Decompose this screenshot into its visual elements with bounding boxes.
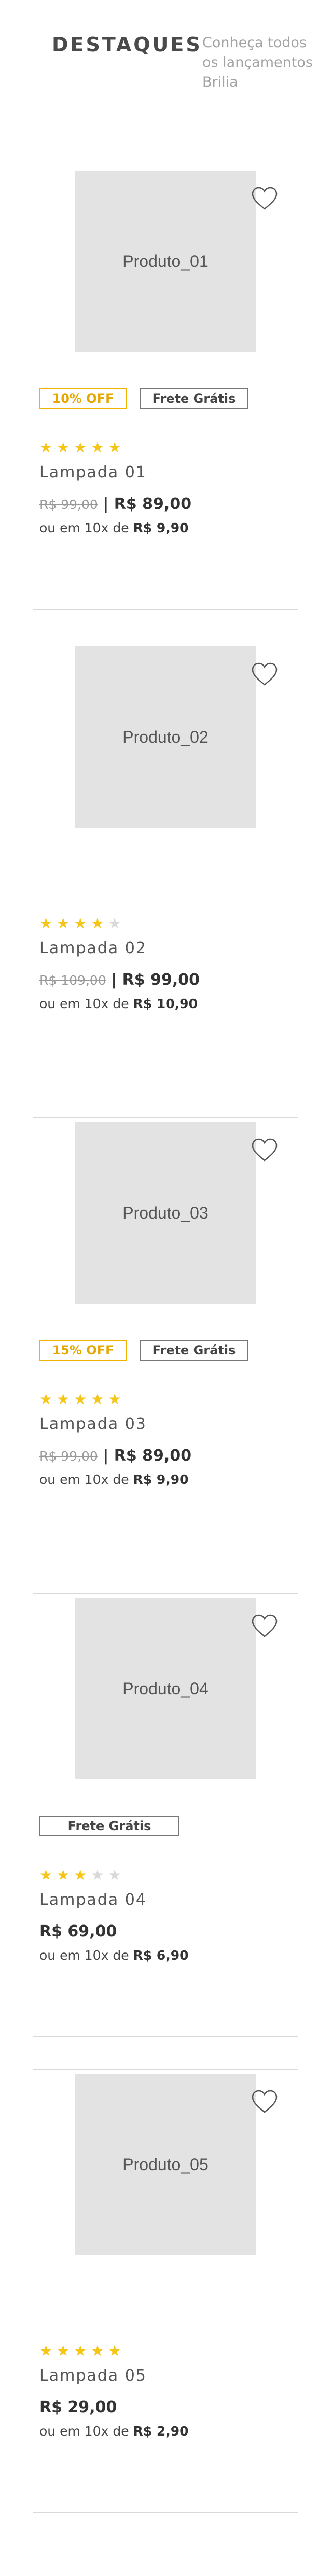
installments-value: R$ 9,90 <box>133 520 189 535</box>
favorite-heart-icon[interactable] <box>251 1138 278 1163</box>
star-filled-icon: ★ <box>57 1391 70 1408</box>
rating-stars: ★ ★ ★ ★ ★ <box>39 440 121 456</box>
favorite-heart-icon[interactable] <box>251 1613 278 1638</box>
price-row: R$ 99,00 | R$ 89,00 <box>39 494 191 515</box>
old-price: R$ 99,00 <box>39 497 98 512</box>
current-price: R$ 99,00 <box>122 971 200 989</box>
product-tags: 15% OFF Frete Grátis <box>39 1340 248 1361</box>
favorite-heart-icon[interactable] <box>251 662 278 687</box>
product-name[interactable]: Lampada 04 <box>39 1887 147 1913</box>
rating-stars: ★ ★ ★ ★ ★ <box>39 2343 121 2359</box>
section-subtitle: Conheça todos os lançamentos Brilia <box>202 35 313 90</box>
star-filled-icon: ★ <box>91 439 104 456</box>
installments-value: R$ 2,90 <box>133 2424 189 2439</box>
product-name[interactable]: Lampada 03 <box>39 1411 147 1437</box>
price-row: R$ 99,00 | R$ 89,00 <box>39 1446 191 1467</box>
product-image[interactable]: Produto_01 <box>75 171 256 352</box>
star-filled-icon: ★ <box>74 1391 87 1408</box>
star-filled-icon: ★ <box>74 2342 87 2359</box>
price-row: R$ 29,00 <box>39 2397 117 2418</box>
product-card[interactable]: Produto_01 10% OFF Frete Grátis ★ ★ ★ ★ ★ La… <box>33 166 298 610</box>
current-price: R$ 89,00 <box>114 1447 192 1465</box>
star-filled-icon: ★ <box>108 2342 121 2359</box>
product-image-label: Produto_01 <box>122 251 209 271</box>
product-name[interactable]: Lampada 05 <box>39 2363 147 2389</box>
current-price: R$ 69,00 <box>39 1922 117 1941</box>
price-row: R$ 69,00 <box>39 1921 117 1942</box>
star-filled-icon: ★ <box>39 2342 53 2359</box>
star-filled-icon: ★ <box>108 1391 121 1408</box>
product-card[interactable]: Produto_05 ★ ★ ★ ★ ★ Lampada 05 R$ 29,00 ou … <box>33 2069 298 2513</box>
installments-text: ou em 10x de R$ 9,90 <box>39 519 189 537</box>
old-price: R$ 99,00 <box>39 1449 98 1464</box>
product-image-label: Produto_03 <box>122 1203 209 1222</box>
star-filled-icon: ★ <box>39 439 53 456</box>
installments-text: ou em 10x de R$ 6,90 <box>39 1946 189 1965</box>
star-filled-icon: ★ <box>74 915 87 932</box>
star-empty-icon: ★ <box>108 915 121 932</box>
installments-value: R$ 6,90 <box>133 1948 189 1963</box>
star-filled-icon: ★ <box>39 1866 53 1884</box>
star-filled-icon: ★ <box>91 2342 104 2359</box>
product-tags: 10% OFF Frete Grátis <box>39 388 248 409</box>
product-image[interactable]: Produto_04 <box>75 1598 256 1779</box>
product-image-label: Produto_05 <box>122 2155 209 2174</box>
star-filled-icon: ★ <box>57 2342 70 2359</box>
star-filled-icon: ★ <box>91 915 104 932</box>
product-image[interactable]: Produto_02 <box>75 646 256 828</box>
installments-value: R$ 10,90 <box>133 996 198 1011</box>
star-filled-icon: ★ <box>74 1866 87 1884</box>
price-separator: | <box>103 495 114 513</box>
old-price: R$ 109,00 <box>39 973 106 988</box>
product-tags: Frete Grátis <box>39 1816 179 1836</box>
installments-prefix: ou em 10x de <box>39 996 129 1011</box>
current-price: R$ 29,00 <box>39 2398 117 2416</box>
star-empty-icon: ★ <box>108 1866 121 1884</box>
favorite-heart-icon[interactable] <box>251 2089 278 2114</box>
installments-text: ou em 10x de R$ 2,90 <box>39 2422 189 2441</box>
discount-badge: 15% OFF <box>39 1340 127 1361</box>
star-filled-icon: ★ <box>57 439 70 456</box>
rating-stars: ★ ★ ★ ★ ★ <box>39 1392 121 1407</box>
product-card[interactable]: Produto_04 Frete Grátis ★ ★ ★ ★ ★ Lampada 04… <box>33 1593 298 2037</box>
star-filled-icon: ★ <box>39 915 53 932</box>
star-filled-icon: ★ <box>108 439 121 456</box>
star-filled-icon: ★ <box>57 915 70 932</box>
installments-text: ou em 10x de R$ 10,90 <box>39 995 198 1013</box>
favorite-heart-icon[interactable] <box>251 186 278 211</box>
installments-prefix: ou em 10x de <box>39 2424 129 2439</box>
product-card[interactable]: Produto_02 ★ ★ ★ ★ ★ Lampada 02 R$ 109,00 | … <box>33 642 298 1085</box>
star-empty-icon: ★ <box>91 1866 104 1884</box>
free-shipping-badge: Frete Grátis <box>39 1816 179 1836</box>
price-row: R$ 109,00 | R$ 99,00 <box>39 970 200 991</box>
installments-prefix: ou em 10x de <box>39 1948 129 1963</box>
free-shipping-badge: Frete Grátis <box>140 388 248 409</box>
current-price: R$ 89,00 <box>114 495 192 513</box>
product-name[interactable]: Lampada 02 <box>39 936 147 961</box>
star-filled-icon: ★ <box>57 1866 70 1884</box>
star-filled-icon: ★ <box>39 1391 53 1408</box>
star-filled-icon: ★ <box>91 1391 104 1408</box>
section-header: DESTAQUES Conheça todos os lançamentos B… <box>52 33 322 111</box>
installments-value: R$ 9,90 <box>133 1472 189 1487</box>
product-image-label: Produto_04 <box>122 1679 209 1698</box>
product-image[interactable]: Produto_03 <box>75 1122 256 1304</box>
star-filled-icon: ★ <box>74 439 87 456</box>
price-separator: | <box>103 1447 114 1465</box>
price-separator: | <box>111 971 122 989</box>
product-card[interactable]: Produto_03 15% OFF Frete Grátis ★ ★ ★ ★ ★ La… <box>33 1117 298 1561</box>
installments-text: ou em 10x de R$ 9,90 <box>39 1470 189 1489</box>
product-image[interactable]: Produto_05 <box>75 2074 256 2255</box>
product-name[interactable]: Lampada 01 <box>39 460 147 486</box>
free-shipping-badge: Frete Grátis <box>140 1340 248 1361</box>
product-image-label: Produto_02 <box>122 727 209 746</box>
section-title: DESTAQUES <box>52 33 202 56</box>
rating-stars: ★ ★ ★ ★ ★ <box>39 916 121 931</box>
discount-badge: 10% OFF <box>39 388 127 409</box>
installments-prefix: ou em 10x de <box>39 1472 129 1487</box>
rating-stars: ★ ★ ★ ★ ★ <box>39 1867 121 1883</box>
installments-prefix: ou em 10x de <box>39 520 129 535</box>
